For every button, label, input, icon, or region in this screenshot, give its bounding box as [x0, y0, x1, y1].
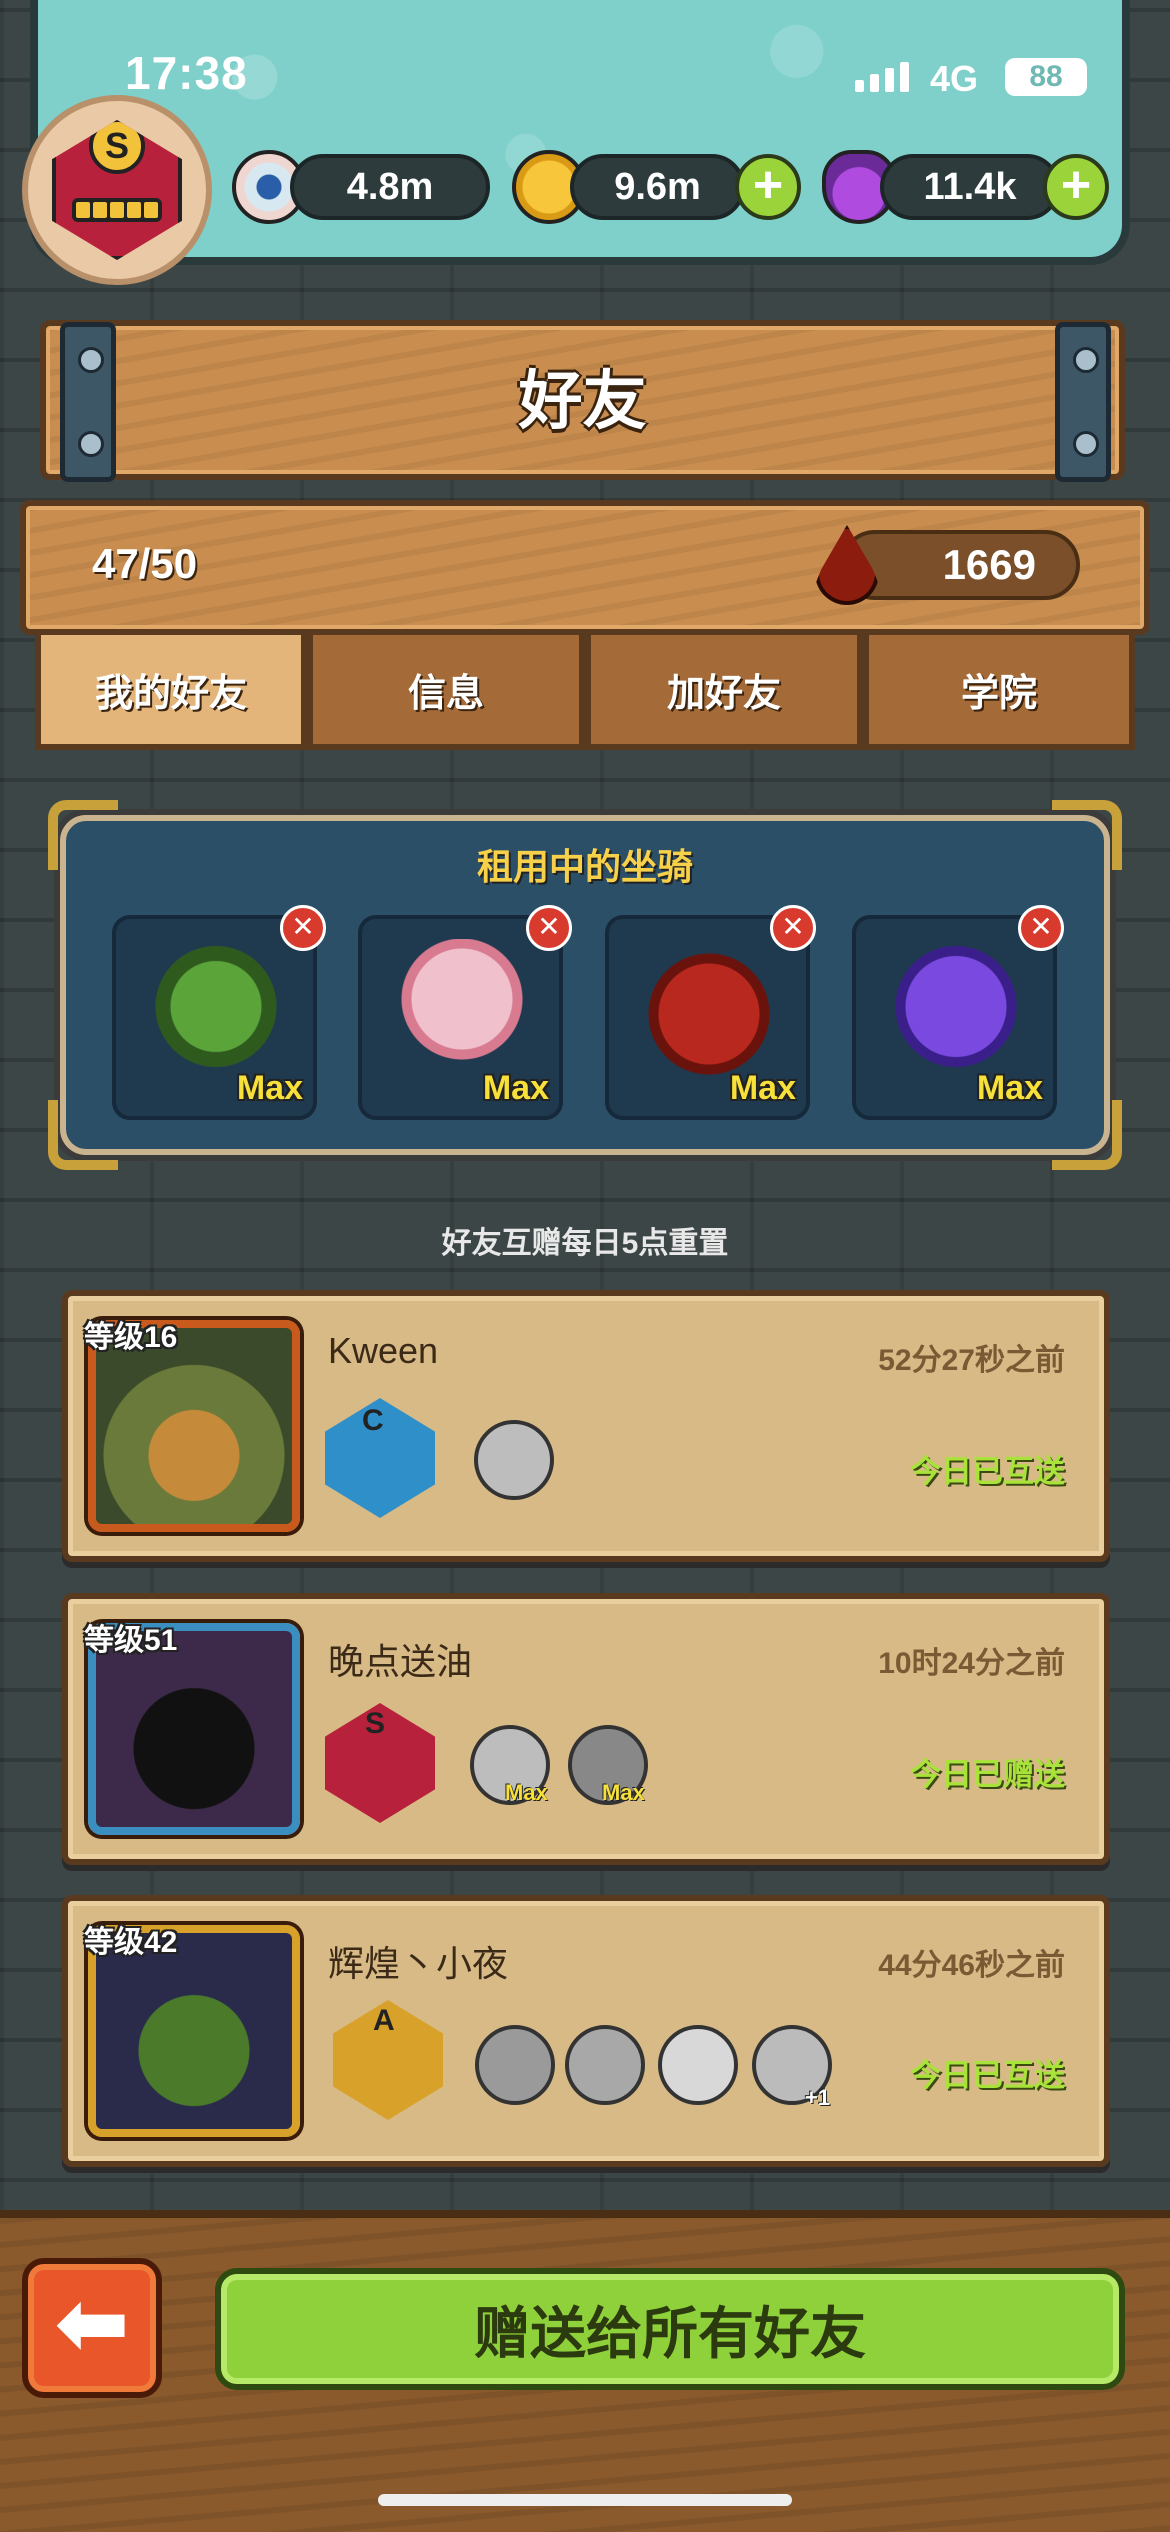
- remove-mount-button[interactable]: ✕: [280, 905, 326, 951]
- player-rank-badge[interactable]: S: [22, 95, 212, 285]
- back-arrow-icon[interactable]: ⬅: [22, 2258, 162, 2398]
- friend-count: 47/50: [92, 540, 198, 587]
- rented-mount-slot[interactable]: Max: [358, 915, 563, 1120]
- robot-mount-icon: [565, 2025, 645, 2105]
- rented-mounts-title: 租用中的坐骑: [476, 846, 693, 887]
- mount-max-badge: Max: [976, 1069, 1043, 1107]
- network-label: 4G: [930, 58, 979, 99]
- tab-academy[interactable]: 学院: [863, 635, 1135, 750]
- friend-level: 等级42: [84, 1926, 178, 1959]
- mount-max-badge: Max: [236, 1069, 303, 1107]
- friend-level: 等级16: [84, 1321, 178, 1354]
- pufferfish-mount-icon: [474, 1420, 554, 1500]
- friend-rank-letter: A: [373, 2004, 395, 2037]
- mount-max-badge: Max: [505, 1780, 548, 1805]
- tab-my-friends[interactable]: 我的好友: [35, 635, 307, 750]
- tab-add-friend[interactable]: 加好友: [585, 635, 863, 750]
- resource-eyeball-value: 4.8m: [290, 154, 490, 220]
- remove-mount-button[interactable]: ✕: [526, 905, 572, 951]
- home-indicator[interactable]: [378, 2494, 792, 2506]
- corner-decoration: [1052, 1100, 1122, 1170]
- rank-shield-icon: S: [52, 120, 182, 260]
- mount-max-badge: Max: [602, 1780, 645, 1805]
- remove-mount-button[interactable]: ✕: [1018, 905, 1064, 951]
- friend-rank-letter: C: [362, 1404, 384, 1437]
- rented-mount-slot[interactable]: Max: [112, 915, 317, 1120]
- purple-rose-mount-icon: [876, 939, 1036, 1089]
- reset-note: 好友互赠每日5点重置: [441, 1227, 729, 1260]
- cat-mount-icon: [475, 2025, 555, 2105]
- tab-messages[interactable]: 信息: [307, 635, 585, 750]
- green-ogre-mount-icon: [136, 939, 296, 1089]
- friend-name: 辉煌丶小夜: [328, 1943, 509, 1984]
- red-demon-mount-icon: [629, 939, 789, 1089]
- mount-max-badge: Max: [729, 1069, 796, 1107]
- corner-decoration: [48, 1100, 118, 1170]
- blood-drop-value: 1669: [840, 530, 1080, 600]
- bird-mount-icon: [658, 2025, 738, 2105]
- rank-letter: S: [89, 120, 145, 174]
- status-time: 17:38: [125, 47, 248, 99]
- friend-gift-status: 今日已互送: [910, 1454, 1065, 1489]
- more-mounts-badge: +1: [805, 2085, 831, 2110]
- friend-name: Kween: [328, 1330, 439, 1371]
- battery-icon: 88: [1005, 58, 1087, 96]
- friend-last-seen: 10时24分之前: [878, 1647, 1065, 1680]
- mount-max-badge: Max: [482, 1069, 549, 1107]
- friend-rank-letter: S: [365, 1707, 386, 1740]
- friend-last-seen: 44分46秒之前: [878, 1949, 1065, 1982]
- remove-mount-button[interactable]: ✕: [770, 905, 816, 951]
- resource-coin-value: 9.6m: [570, 154, 745, 220]
- gift-all-friends-button[interactable]: 赠送给所有好友: [215, 2268, 1125, 2390]
- friend-gift-status: 今日已互送: [910, 2058, 1065, 2093]
- friend-gift-status: 今日已赠送: [910, 1757, 1065, 1792]
- resource-potion-value: 11.4k: [880, 154, 1060, 220]
- friend-name: 晚点送油: [328, 1641, 473, 1682]
- signal-icon: [855, 62, 909, 92]
- friend-last-seen: 52分27秒之前: [878, 1344, 1065, 1377]
- pink-balloon-mount-icon: [382, 939, 542, 1089]
- page-title: 好友: [518, 365, 647, 437]
- buy-coin-button[interactable]: +: [735, 154, 801, 220]
- friend-level: 等级51: [84, 1624, 178, 1657]
- buy-potion-button[interactable]: +: [1043, 154, 1109, 220]
